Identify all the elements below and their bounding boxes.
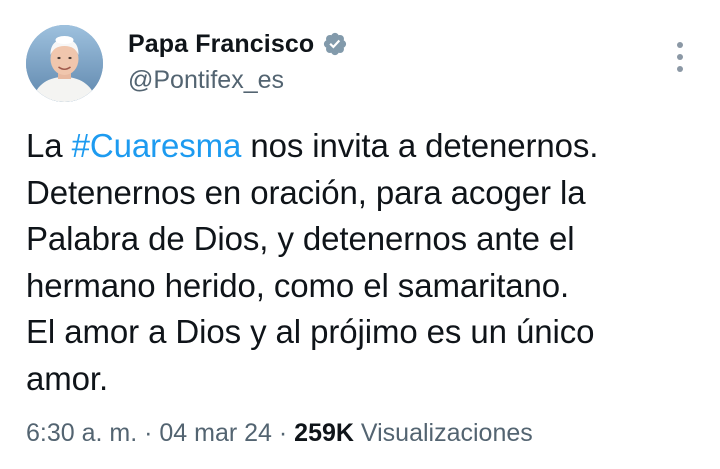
more-options-icon[interactable] (672, 40, 688, 74)
tweet-text-segment: nos invita a detenernos. (241, 127, 599, 164)
author-name-row: Papa Francisco (128, 28, 348, 60)
tweet-card: Papa Francisco @Pontifex_es La #Cuaresma… (0, 0, 720, 469)
meta-separator: · (271, 419, 295, 447)
tweet-time[interactable]: 6:30 a. m. (26, 419, 137, 447)
tweet-line-3: Palabra de Dios, y detenernos ante el (26, 220, 575, 257)
avatar-image (26, 25, 103, 102)
views-count[interactable]: 259K (294, 419, 354, 447)
author-handle[interactable]: @Pontifex_es (128, 66, 284, 95)
meta-separator: · (137, 419, 160, 447)
tweet-line-1: La #Cuaresma nos invita a detenernos. (26, 123, 696, 170)
tweet-date[interactable]: 04 mar 24 (159, 419, 272, 447)
hashtag-link[interactable]: #Cuaresma (72, 127, 242, 164)
tweet-line-4: hermano herido, como el samaritano. (26, 266, 570, 304)
tweet-text: La #Cuaresma nos invita a detenernos. De… (26, 123, 696, 402)
tweet-line-5: El amor a Dios y al prójimo es un único (26, 313, 595, 350)
verified-badge-icon[interactable] (322, 31, 348, 57)
avatar[interactable] (26, 25, 103, 102)
tweet-text-segment: La (26, 127, 72, 164)
tweet-line-2: Detenernos en oración, para acoger la (26, 173, 586, 211)
views-label: Visualizaciones (360, 419, 533, 447)
author-display-name[interactable]: Papa Francisco (128, 30, 314, 59)
tweet-meta: 6:30 a. m. · 04 mar 24 · 259K Visualizac… (26, 419, 533, 448)
tweet-line-6: amor. (26, 359, 109, 397)
